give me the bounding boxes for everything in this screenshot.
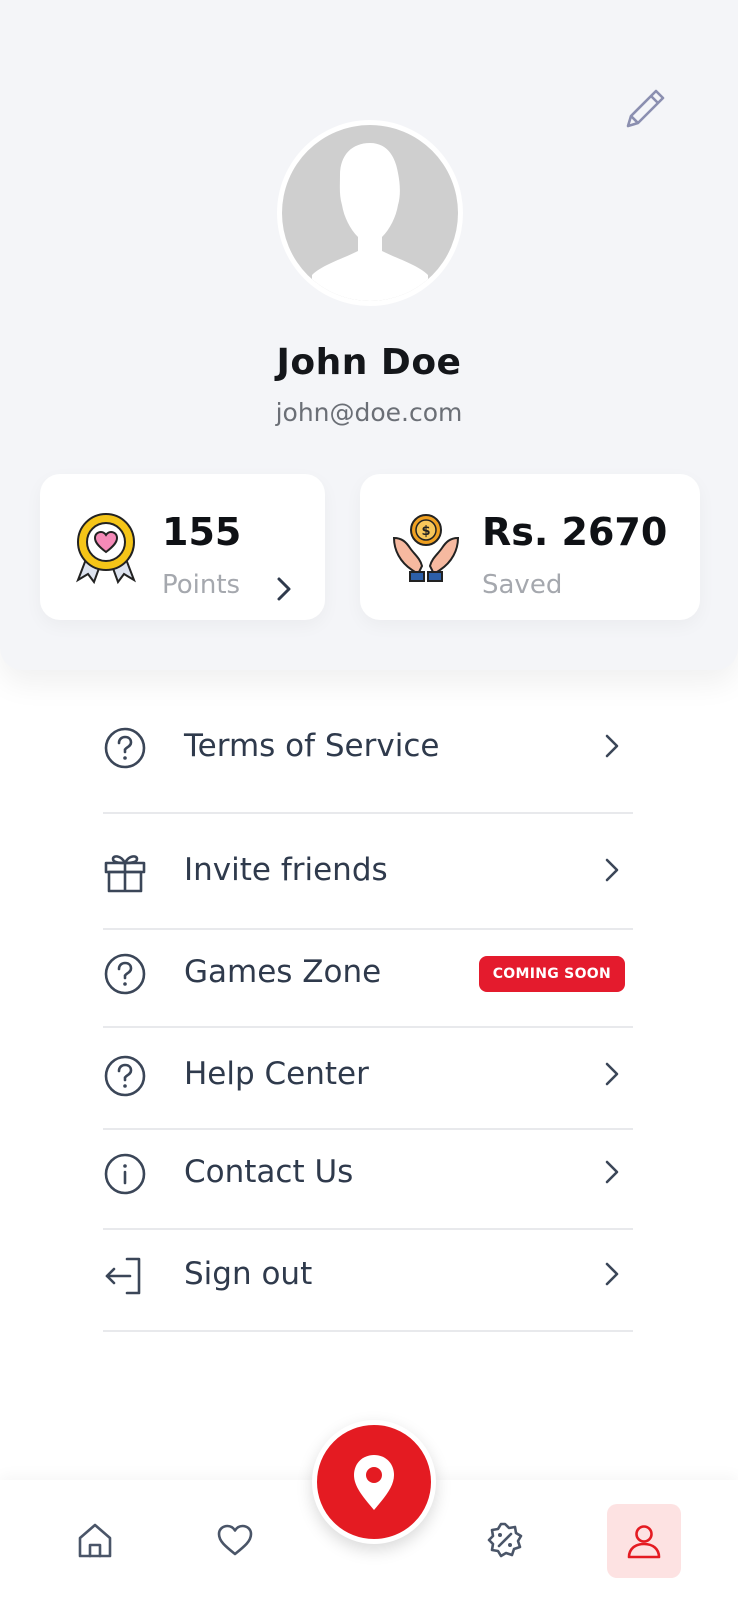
menu-label: Help Center	[184, 1056, 369, 1092]
avatar-placeholder	[282, 125, 458, 301]
hands-coin-icon: $	[392, 514, 460, 582]
sign-out-icon	[105, 1257, 141, 1295]
gift-icon	[104, 855, 146, 893]
savings-card: $ Rs. 2670 Saved	[360, 474, 700, 620]
nav-home[interactable]	[58, 1480, 132, 1600]
award-badge-heart-icon	[76, 513, 136, 585]
user-name: John Doe	[276, 342, 462, 383]
points-label: Points	[162, 570, 241, 600]
nav-favorites[interactable]	[198, 1480, 272, 1600]
edit-profile-button[interactable]	[618, 80, 674, 136]
menu-label: Sign out	[184, 1256, 313, 1292]
menu-label: Contact Us	[184, 1154, 354, 1190]
menu-item-invite-friends[interactable]: Invite friends	[103, 814, 633, 930]
home-icon	[78, 1523, 112, 1558]
coming-soon-badge: COMING SOON	[478, 956, 625, 992]
map-locate-button[interactable]	[312, 1420, 436, 1544]
discount-badge-icon	[487, 1522, 523, 1558]
question-circle-icon	[104, 1055, 146, 1097]
chevron-right-icon	[605, 858, 619, 882]
chevron-right-icon	[605, 734, 619, 758]
settings-menu: Terms of Service Invite friends Games Zo…	[103, 700, 633, 1332]
user-icon	[627, 1525, 661, 1559]
chevron-right-icon	[605, 1062, 619, 1086]
points-card[interactable]: 155 Points	[40, 474, 325, 620]
location-pin-icon	[354, 1455, 394, 1510]
nav-offers[interactable]	[468, 1480, 542, 1600]
heart-icon	[217, 1524, 253, 1556]
user-email: john@doe.com	[275, 398, 463, 427]
chevron-right-icon	[277, 577, 291, 601]
chevron-right-icon	[605, 1160, 619, 1184]
menu-item-help-center[interactable]: Help Center	[103, 1028, 633, 1130]
svg-text:$: $	[421, 524, 430, 539]
info-circle-icon	[104, 1153, 146, 1195]
menu-label: Terms of Service	[184, 728, 440, 764]
menu-item-terms-of-service[interactable]: Terms of Service	[103, 700, 633, 814]
pencil-icon	[626, 89, 665, 128]
profile-header: John Doe john@doe.com 155 Points $ Rs. 2…	[0, 0, 738, 670]
menu-item-sign-out[interactable]: Sign out	[103, 1230, 633, 1332]
menu-label: Invite friends	[184, 852, 388, 888]
question-circle-icon	[104, 953, 146, 995]
menu-label: Games Zone	[184, 954, 382, 990]
saved-value: Rs. 2670	[482, 510, 668, 554]
avatar[interactable]	[277, 120, 463, 306]
saved-label: Saved	[482, 570, 563, 600]
menu-item-contact-us[interactable]: Contact Us	[103, 1130, 633, 1230]
question-circle-icon	[104, 727, 146, 769]
menu-item-games-zone[interactable]: Games Zone COMING SOON	[103, 930, 633, 1028]
points-value: 155	[162, 510, 242, 554]
chevron-right-icon	[605, 1262, 619, 1286]
nav-profile[interactable]	[607, 1504, 681, 1578]
